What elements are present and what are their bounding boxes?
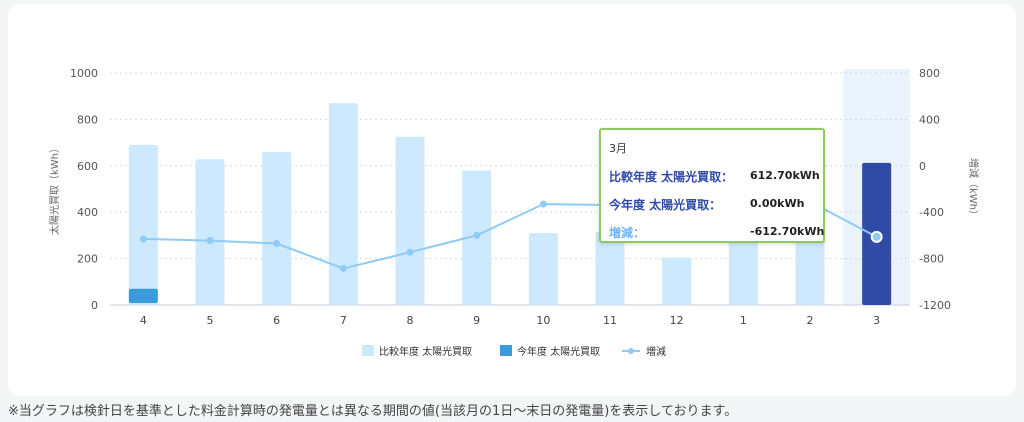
x-tick-label-1: 1 [740,314,747,327]
x-tick-label-2: 2 [807,314,814,327]
x-tick-label-7: 7 [340,314,347,327]
y-left-tick-label: 1000 [70,67,98,80]
y-right-axis-title: 増減（kWh） [967,158,980,220]
usage-chart: 0 200 400 600 800 1000 -1200 -800 -400 0 400 800 太陽光… [48,67,980,358]
legend-swatch-compare [362,345,374,356]
bar-compare-4 [128,144,158,305]
bar-compare-10 [528,233,558,305]
bar-current-4 [128,288,158,303]
tooltip-row-diff: 増減： -612.70kWh [609,224,824,240]
point-diff-7 [339,264,347,272]
y-left-tick-label: 600 [77,160,98,173]
legend-swatch-diff-dot [628,348,634,354]
point-diff-5 [206,237,214,245]
x-tick-label-4: 4 [140,314,147,327]
point-diff-6 [273,240,281,248]
legend-label-diff: 増減 [646,345,666,358]
x-tick-label-10: 10 [536,314,550,327]
bar-compare-1 [728,237,758,305]
y-right-tick-label: -800 [919,253,944,266]
y-left-axis-title: 太陽光買取（kWh） [48,143,61,235]
y-left-tick-label: 400 [77,206,98,219]
tooltip-month: 3月 [609,142,627,155]
y-right-tick-label: -1200 [919,299,951,312]
bar-compare-6 [262,151,292,305]
y-right-tick-label: 800 [919,67,940,80]
point-diff-9 [473,231,481,239]
y-left-tick-label: 800 [77,113,98,126]
tooltip-current-value: 0.00kWh [750,197,805,210]
bar-compare-7 [328,103,358,305]
x-tick-label-11: 11 [603,314,617,327]
bar-compare-2 [795,235,825,305]
chart-footnote: ※当グラフは検針日を基準とした料金計算時の発電量とは異なる期間の値(当該月の1日… [8,404,738,419]
x-tick-label-8: 8 [407,314,414,327]
tooltip-current-label: 今年度 太陽光買取： [609,198,722,212]
chart-card: 0 200 400 600 800 1000 -1200 -800 -400 0 400 800 太陽光… [8,4,1016,396]
tooltip-diff-label: 増減： [609,226,646,240]
bar-compare-12 [662,257,692,305]
point-diff-3 [870,230,883,243]
x-tick-label-12: 12 [670,314,684,327]
y-right-tick-label: 0 [919,160,926,173]
y-left-tick-label: 200 [77,253,98,266]
y-left-tick-label: 0 [91,299,98,312]
point-diff-10 [539,200,547,208]
y-right-tick-label: 400 [919,113,940,126]
chart-tooltip: 3月 比較年度 太陽光買取： 612.70kWh 今年度 太陽光買取： 0.00… [599,128,825,243]
tooltip-diff-value: -612.70kWh [750,225,825,238]
tooltip-row-current: 今年度 太陽光買取： 0.00kWh [609,196,815,212]
legend-label-compare: 比較年度 太陽光買取 [379,345,472,358]
legend-label-current: 今年度 太陽光買取 [517,345,600,358]
bar-compare-5 [195,159,225,305]
bar-compare-8 [395,136,425,305]
y-right-tick-label: -400 [919,206,944,219]
point-diff-8 [406,248,414,256]
tooltip-compare-label: 比較年度 太陽光買取： [609,170,734,184]
x-tick-label-3: 3 [873,314,880,327]
point-diff-4 [139,235,147,243]
x-tick-label-6: 6 [273,314,280,327]
legend-swatch-current [500,345,512,356]
tooltip-row-compare: 比較年度 太陽光買取： 612.70kWh [609,168,820,184]
x-tick-label-9: 9 [473,314,480,327]
tooltip-compare-value: 612.70kWh [750,169,820,182]
x-tick-label-5: 5 [207,314,214,327]
